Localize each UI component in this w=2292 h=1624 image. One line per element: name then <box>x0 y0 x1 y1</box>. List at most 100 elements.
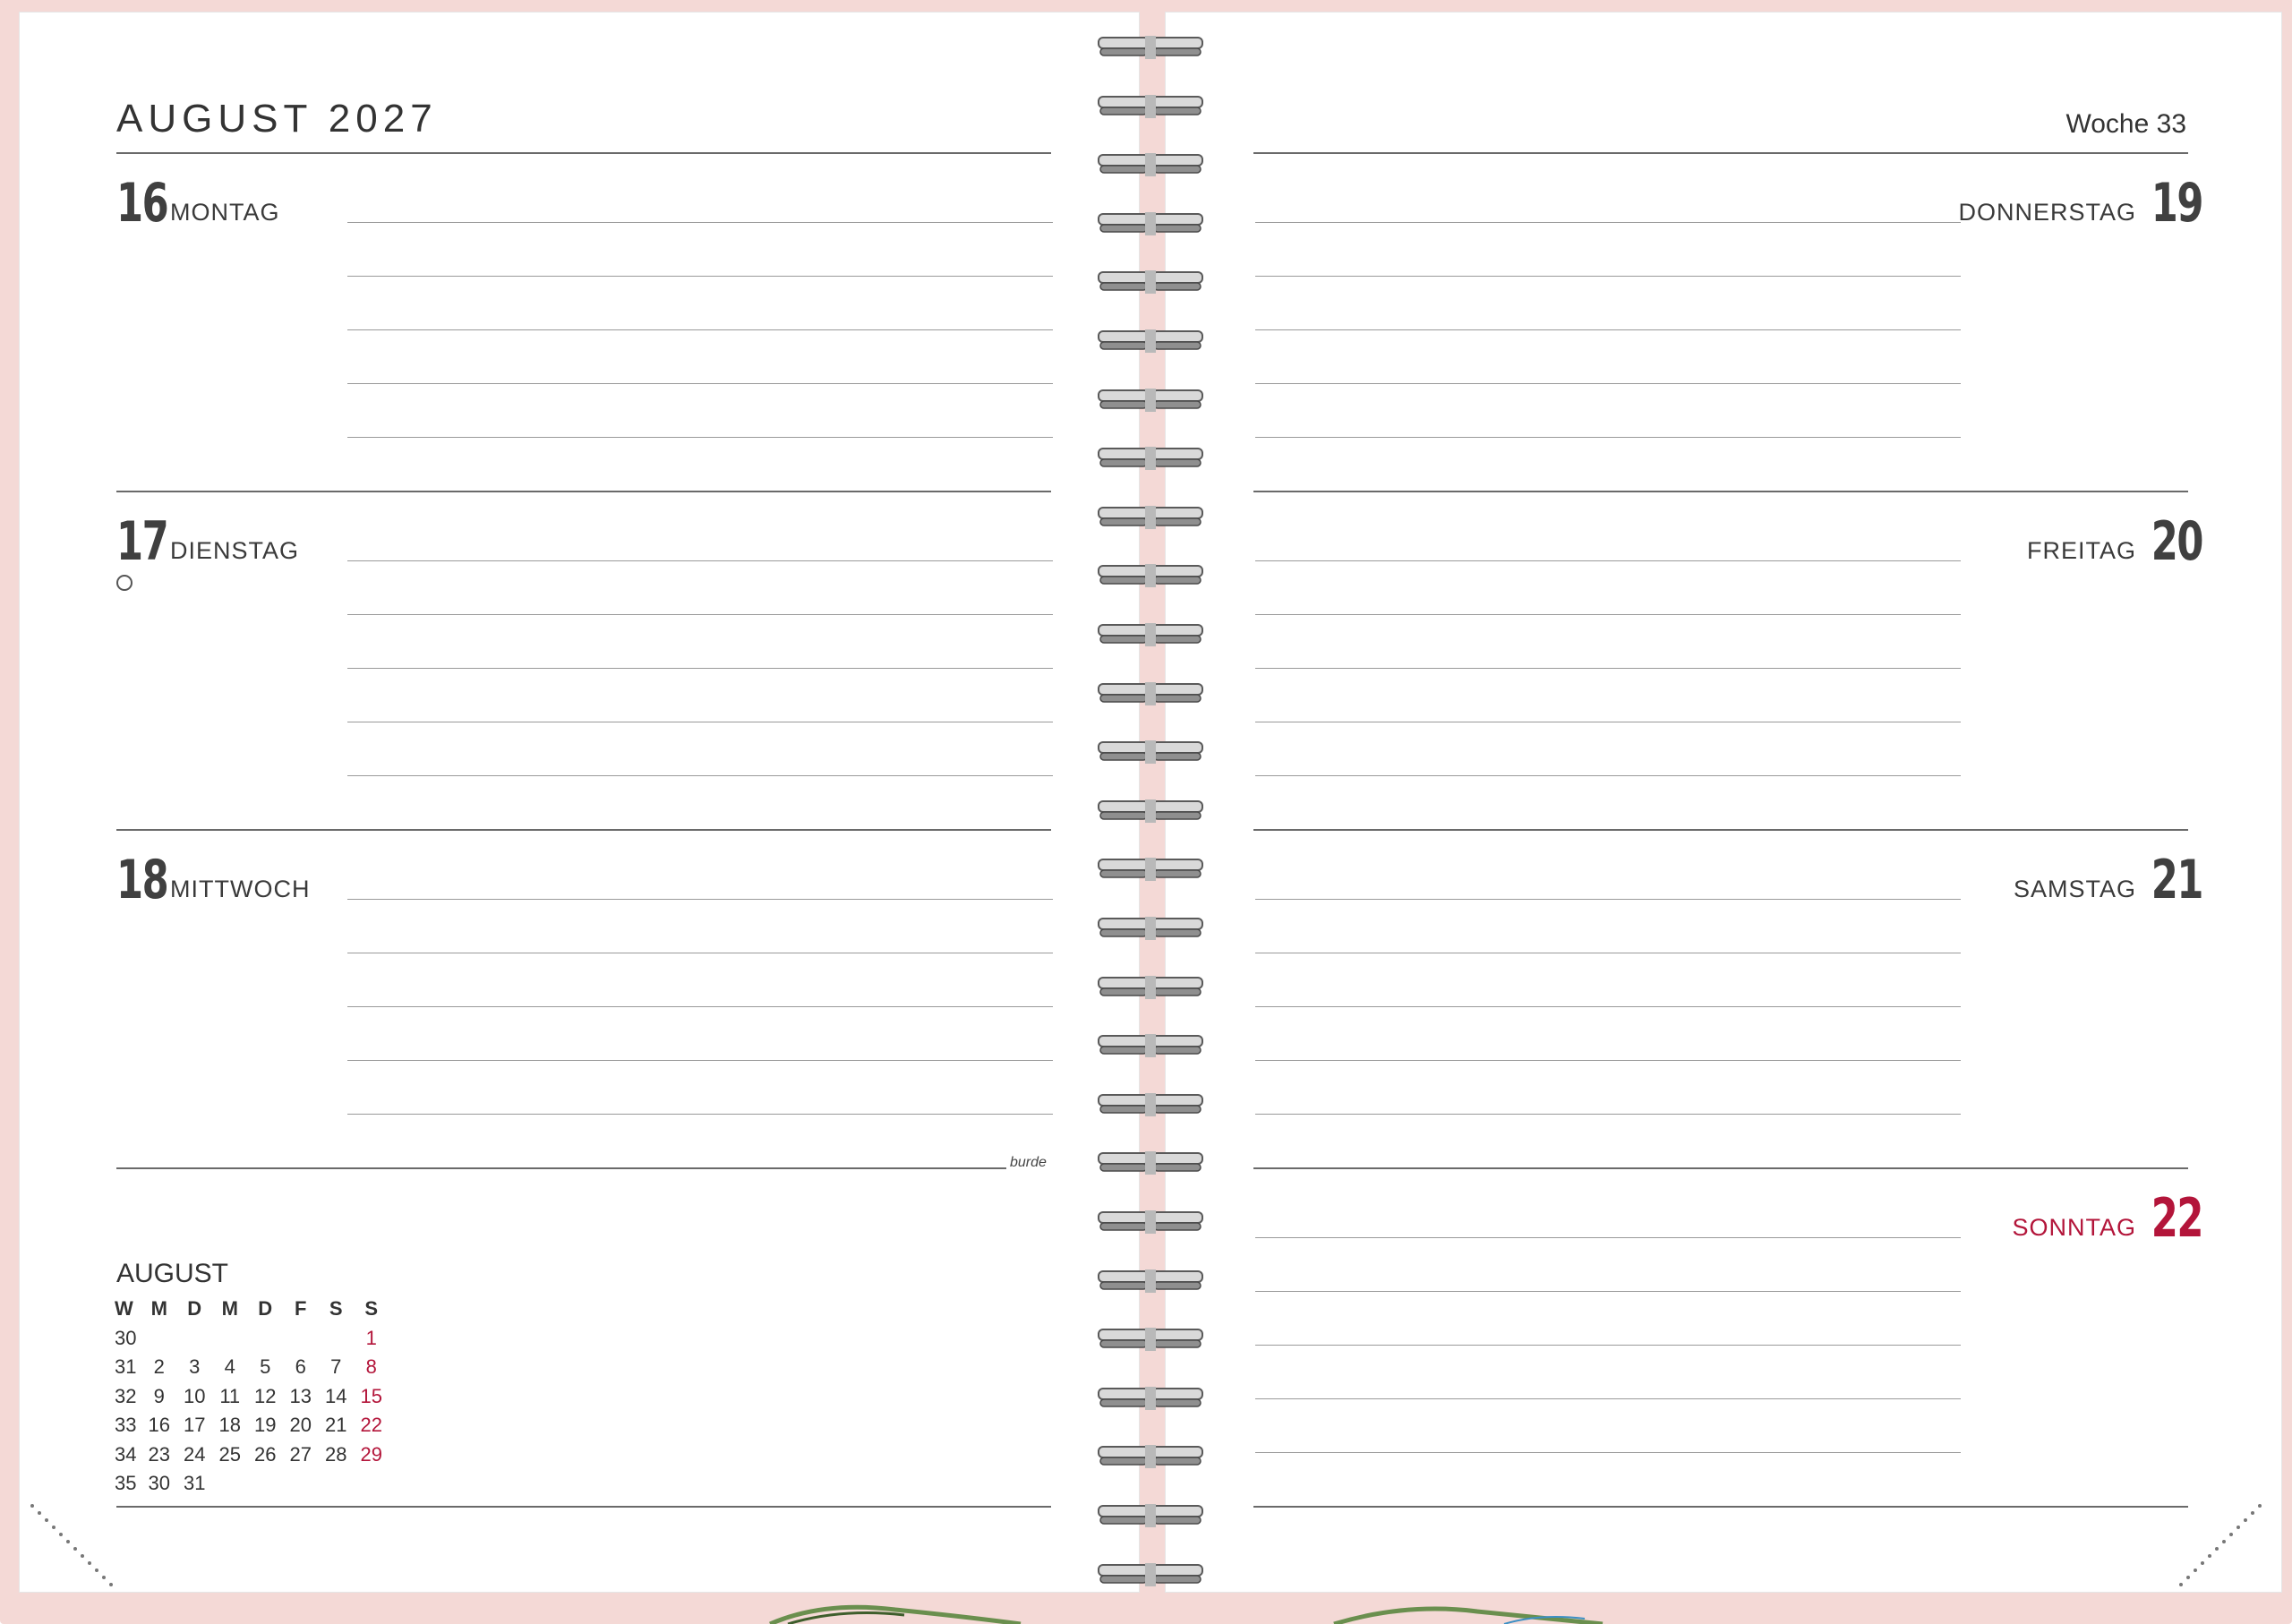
note-line[interactable] <box>1255 1237 1961 1238</box>
note-line[interactable] <box>1255 329 1961 330</box>
note-line[interactable] <box>1255 1006 1961 1007</box>
spiral-coil <box>1098 1386 1203 1410</box>
note-line[interactable] <box>1255 1398 1961 1399</box>
spiral-coil <box>1098 388 1203 412</box>
calendar-day[interactable]: 9 <box>141 1385 177 1408</box>
note-line[interactable] <box>1255 383 1961 384</box>
calendar-day[interactable]: 3 <box>177 1355 213 1379</box>
weekday-header: S <box>364 1297 379 1321</box>
note-line[interactable] <box>347 329 1053 330</box>
spiral-coil <box>1098 1562 1203 1586</box>
calendar-day[interactable]: 8 <box>354 1355 389 1379</box>
calendar-day[interactable]: 12 <box>248 1385 284 1408</box>
note-line[interactable] <box>1255 668 1961 669</box>
note-line[interactable] <box>1255 276 1961 277</box>
mini-calendar-rule <box>116 1506 1051 1508</box>
calendar-day[interactable]: 17 <box>177 1414 213 1437</box>
note-line[interactable] <box>1255 1114 1961 1115</box>
calendar-day[interactable]: 22 <box>354 1414 389 1437</box>
day-divider <box>116 1167 1006 1169</box>
spiral-coil <box>1098 1328 1203 1352</box>
day-number: 21 <box>2151 849 2204 911</box>
note-line[interactable] <box>347 614 1053 615</box>
mini-calendar-week-row: 35 30 31 <box>115 1469 389 1499</box>
note-line[interactable] <box>1255 614 1961 615</box>
weekday-header: D <box>258 1297 273 1321</box>
note-line[interactable] <box>347 668 1053 669</box>
note-line[interactable] <box>1255 1060 1961 1061</box>
note-line[interactable] <box>1255 1345 1961 1346</box>
note-line[interactable] <box>1255 437 1961 438</box>
calendar-day[interactable]: 13 <box>283 1385 319 1408</box>
calendar-day[interactable]: 20 <box>283 1414 319 1437</box>
note-line[interactable] <box>1255 1291 1961 1292</box>
day-number: 18 <box>116 849 169 911</box>
calendar-day[interactable]: 4 <box>212 1355 248 1379</box>
day-divider <box>1253 491 2188 492</box>
calendar-day[interactable]: 18 <box>212 1414 248 1437</box>
calendar-day[interactable]: 15 <box>354 1385 389 1408</box>
calendar-day[interactable]: 27 <box>283 1443 319 1466</box>
note-line[interactable] <box>1255 1452 1961 1453</box>
spiral-coil <box>1098 564 1203 588</box>
note-line[interactable] <box>347 775 1053 776</box>
mini-calendar-week-row: 30 1 <box>115 1324 389 1354</box>
week-label: Woche 33 <box>2065 109 2186 139</box>
mini-calendar-week-row: 34 23 24 25 26 27 28 29 <box>115 1440 389 1470</box>
note-line[interactable] <box>347 222 1053 223</box>
week-number: 30 <box>115 1326 137 1349</box>
calendar-day[interactable]: 6 <box>283 1355 319 1379</box>
day-divider <box>1253 829 2188 831</box>
calendar-day[interactable]: 7 <box>319 1355 355 1379</box>
calendar-day[interactable]: 29 <box>354 1443 389 1466</box>
spiral-coil <box>1098 1445 1203 1469</box>
calendar-day[interactable]: 24 <box>177 1443 213 1466</box>
week-number: 33 <box>115 1414 137 1437</box>
calendar-day[interactable]: 26 <box>248 1443 284 1466</box>
calendar-day[interactable]: 14 <box>319 1385 355 1408</box>
note-line[interactable] <box>347 437 1053 438</box>
weekday-header: M <box>150 1297 167 1321</box>
brand-mark: burde <box>1010 1155 1047 1170</box>
note-line[interactable] <box>347 1114 1053 1115</box>
calendar-day[interactable]: 31 <box>177 1472 213 1495</box>
note-line[interactable] <box>347 1060 1053 1061</box>
spiral-coil <box>1098 270 1203 295</box>
calendar-day[interactable]: 28 <box>319 1443 355 1466</box>
cover-leaf-art-right <box>1333 1606 1604 1624</box>
day-number: 22 <box>2151 1187 2204 1250</box>
note-line[interactable] <box>347 276 1053 277</box>
calendar-day[interactable]: 23 <box>141 1443 177 1466</box>
spiral-coil <box>1098 1034 1203 1058</box>
day-name: DIENSTAG <box>170 537 300 564</box>
note-line[interactable] <box>1255 775 1961 776</box>
calendar-day[interactable]: 25 <box>212 1443 248 1466</box>
spiral-coil <box>1098 1092 1203 1116</box>
note-line[interactable] <box>347 560 1053 561</box>
spiral-binding <box>1097 30 1204 1588</box>
note-line[interactable] <box>347 383 1053 384</box>
note-line[interactable] <box>1255 560 1961 561</box>
calendar-day[interactable]: 19 <box>248 1414 284 1437</box>
note-line[interactable] <box>347 899 1053 900</box>
week-number: 31 <box>115 1355 137 1379</box>
spiral-coil <box>1098 1269 1203 1293</box>
spiral-coil <box>1098 211 1203 235</box>
day-divider <box>1253 1167 2188 1169</box>
note-line[interactable] <box>1255 899 1961 900</box>
spiral-coil <box>1098 153 1203 177</box>
day-name: MONTAG <box>170 199 280 226</box>
note-line[interactable] <box>1255 222 1961 223</box>
calendar-day[interactable]: 16 <box>141 1414 177 1437</box>
calendar-day[interactable]: 5 <box>248 1355 284 1379</box>
note-line[interactable] <box>347 1006 1053 1007</box>
calendar-day[interactable]: 30 <box>141 1472 177 1495</box>
calendar-day[interactable]: 1 <box>354 1327 389 1350</box>
spiral-coil <box>1098 681 1203 705</box>
calendar-day[interactable]: 11 <box>212 1385 248 1408</box>
calendar-day[interactable]: 10 <box>177 1385 213 1408</box>
spiral-coil <box>1098 740 1203 765</box>
calendar-day[interactable]: 2 <box>141 1355 177 1379</box>
calendar-day[interactable]: 21 <box>319 1414 355 1437</box>
spiral-coil <box>1098 858 1203 882</box>
